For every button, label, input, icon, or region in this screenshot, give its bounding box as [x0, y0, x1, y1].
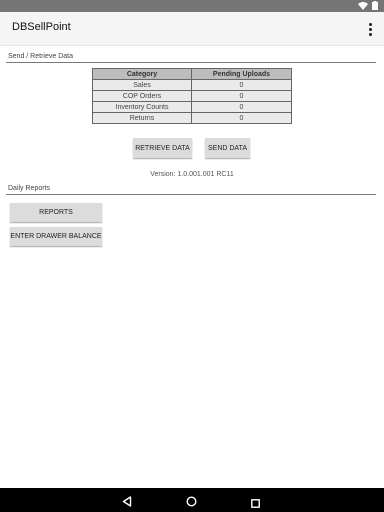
enter-drawer-balance-button[interactable]: ENTER DRAWER BALANCE — [10, 227, 102, 246]
sync-section-divider — [6, 62, 376, 63]
recent-apps-icon[interactable] — [251, 495, 260, 512]
home-icon[interactable] — [186, 494, 197, 512]
reports-section-label: Daily Reports — [8, 185, 51, 192]
table-row: COP Orders 0 — [92, 90, 292, 102]
table-row: Returns 0 — [92, 112, 292, 124]
table-cell-pending: 0 — [191, 112, 292, 124]
table-cell-category: Inventory Counts — [92, 101, 192, 113]
table-cell-category: Returns — [92, 112, 192, 124]
table-cell-pending: 0 — [191, 101, 292, 113]
column-header-pending-uploads: Pending Uploads — [191, 68, 292, 80]
status-icons — [358, 1, 378, 11]
sync-section-label: Send / Retrieve Data — [8, 53, 73, 60]
overflow-menu-icon[interactable] — [364, 20, 376, 38]
table-cell-pending: 0 — [191, 90, 292, 102]
back-icon[interactable] — [122, 494, 132, 512]
reports-section-divider — [6, 194, 376, 195]
column-header-category: Category — [92, 68, 192, 80]
table-row: Sales 0 — [92, 79, 292, 91]
table-cell-category: COP Orders — [92, 90, 192, 102]
reports-button[interactable]: REPORTS — [10, 203, 102, 222]
table-cell-pending: 0 — [191, 79, 292, 91]
status-bar — [0, 0, 384, 12]
table-header-row: Category Pending Uploads — [92, 68, 292, 80]
table-cell-category: Sales — [92, 79, 192, 91]
app-bar: DBSellPoint — [0, 12, 384, 46]
app-title: DBSellPoint — [12, 21, 71, 33]
navigation-bar — [0, 488, 384, 512]
retrieve-data-button[interactable]: RETRIEVE DATA — [133, 138, 192, 158]
pending-uploads-table: Category Pending Uploads Sales 0 COP Ord… — [92, 68, 292, 124]
table-row: Inventory Counts 0 — [92, 101, 292, 113]
version-text: Version: 1.0.001.001 RC11 — [150, 171, 234, 178]
send-data-button[interactable]: SEND DATA — [205, 138, 250, 158]
